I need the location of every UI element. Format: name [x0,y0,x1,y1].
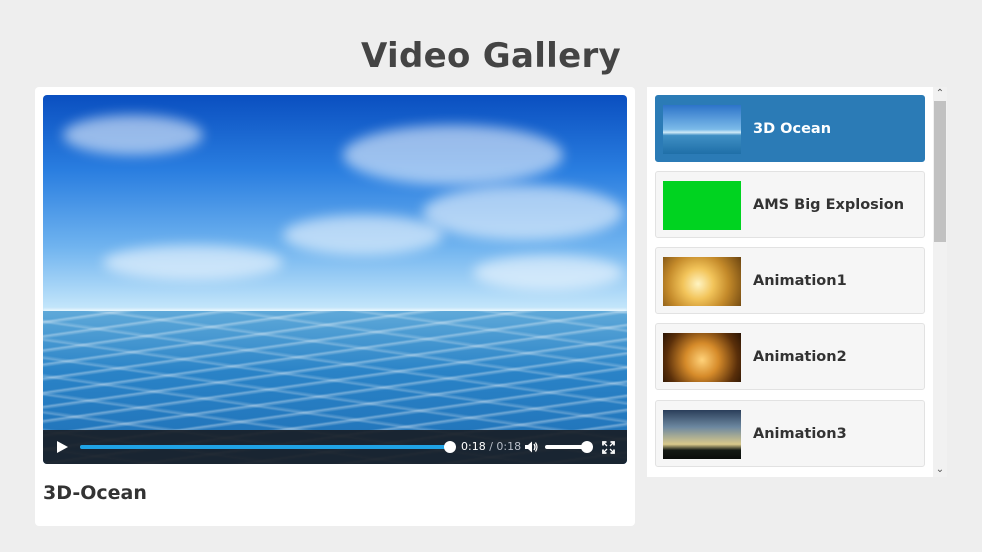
video-frame-sky [43,95,627,311]
playlist-item-label: 3D Ocean [753,121,832,137]
video-title: 3D-Ocean [43,482,147,504]
playlist-item-label: Animation1 [753,273,847,289]
progress-handle[interactable] [444,441,456,453]
play-icon[interactable] [57,441,68,453]
volume-handle[interactable] [581,441,593,453]
video-player[interactable]: 0:18 / 0:18 [43,95,627,464]
fullscreen-icon[interactable] [602,441,615,454]
duration: 0:18 [496,440,522,453]
playlist: 3D Ocean AMS Big Explosion Animation1 An… [647,87,933,477]
thumbnail [663,181,741,230]
scrollbar-thumb[interactable] [934,101,946,242]
chevron-up-icon[interactable]: ⌃ [933,87,947,101]
thumbnail [663,410,741,459]
time-separator: / [489,440,493,453]
player-card: 0:18 / 0:18 3D-Ocean [35,87,635,526]
time-display: 0:18 / 0:18 [461,440,521,453]
playlist-item[interactable]: Animation2 [655,323,925,390]
thumbnail [663,105,741,154]
thumbnail [663,257,741,306]
playlist-item[interactable]: Animation1 [655,247,925,314]
playlist-item-label: AMS Big Explosion [753,197,905,213]
page-title: Video Gallery [360,36,621,76]
playlist-item-label: Animation2 [753,349,847,365]
playlist-scrollbar[interactable]: ⌃ ⌄ [933,87,947,477]
progress-fill [80,445,450,449]
current-time: 0:18 [461,440,486,453]
playlist-item[interactable]: AMS Big Explosion [655,171,925,238]
progress-bar[interactable] [80,441,456,453]
playlist-item[interactable]: 3D Ocean [655,95,925,162]
playlist-item-label: Animation3 [753,426,847,442]
chevron-down-icon[interactable]: ⌄ [933,463,947,477]
thumbnail [663,333,741,382]
playlist-item[interactable]: Animation3 [655,400,925,467]
volume-icon[interactable] [524,440,538,454]
video-controls: 0:18 / 0:18 [43,430,627,464]
